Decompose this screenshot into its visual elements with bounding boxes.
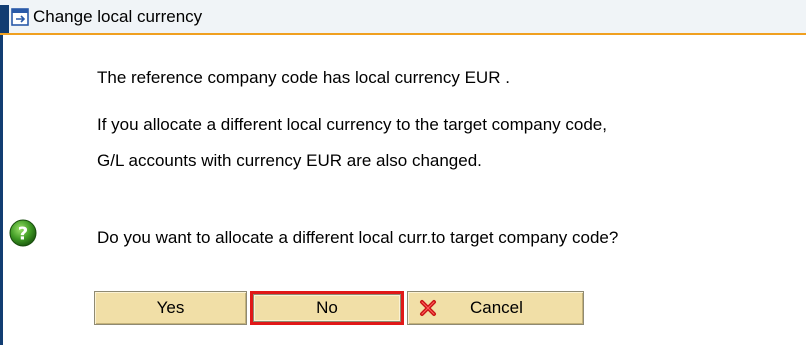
yes-button[interactable]: Yes (94, 291, 247, 325)
no-button[interactable]: No (250, 291, 404, 325)
titlebar-accent (0, 5, 9, 33)
dialog-left-border (0, 35, 3, 345)
yes-button-label: Yes (156, 298, 185, 317)
cancel-x-icon (420, 300, 436, 316)
question-text: Do you want to allocate a different loca… (97, 228, 619, 247)
message-line-2: If you allocate a different local curren… (97, 115, 607, 134)
no-button-label: No (316, 298, 338, 317)
titlebar-underline (0, 33, 806, 35)
cancel-button-label: Cancel (470, 298, 523, 317)
dialog-titlebar: Change local currency (0, 0, 806, 35)
cancel-button[interactable]: Cancel (407, 291, 584, 325)
question-icon: ? (9, 219, 37, 247)
svg-text:?: ? (18, 224, 28, 245)
change-local-currency-dialog: Change local currency The reference comp… (0, 0, 806, 345)
message-line-3: G/L accounts with currency EUR are also … (97, 151, 482, 170)
dialog-title: Change local currency (33, 7, 203, 26)
message-line-1: The reference company code has local cur… (97, 68, 510, 87)
window-arrow-icon (11, 8, 29, 26)
